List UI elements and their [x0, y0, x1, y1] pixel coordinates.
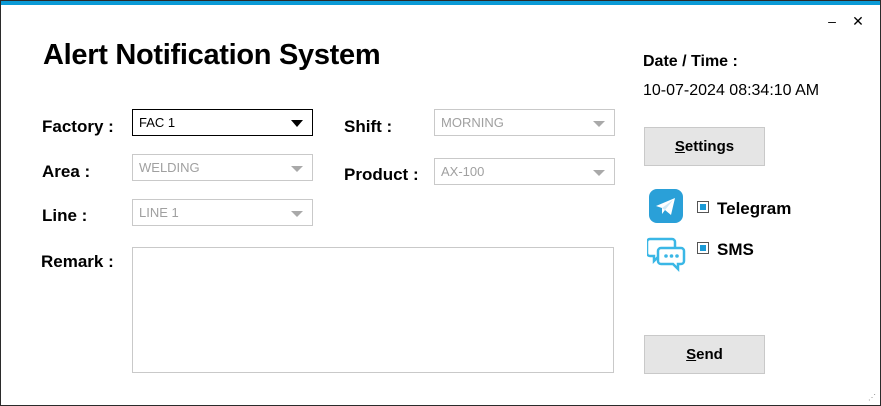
title-accent-bar — [1, 1, 880, 5]
chevron-down-icon[interactable] — [593, 170, 605, 176]
resize-grip-icon[interactable]: ⋰ — [868, 394, 877, 402]
line-label: Line : — [42, 206, 88, 225]
sms-checkbox[interactable] — [697, 242, 709, 254]
send-button[interactable]: Send — [644, 335, 765, 374]
factory-select[interactable]: FAC 1 — [132, 109, 313, 136]
area-label: Area : — [42, 162, 91, 181]
minimize-button[interactable]: – — [824, 13, 840, 29]
checkbox-check-icon — [700, 245, 706, 251]
factory-label: Factory : — [42, 117, 114, 136]
chevron-down-icon[interactable] — [593, 121, 605, 127]
datetime-label: Date / Time : — [643, 53, 738, 70]
close-button[interactable]: ✕ — [850, 13, 866, 29]
telegram-label[interactable]: Telegram — [717, 199, 791, 219]
datetime-value: 10-07-2024 08:34:10 AM — [643, 82, 820, 99]
send-mnemonic: S — [686, 346, 697, 363]
product-select[interactable]: AX-100 — [434, 158, 615, 185]
area-select[interactable]: WELDING — [132, 154, 313, 181]
line-select[interactable]: LINE 1 — [132, 199, 313, 226]
shift-label: Shift : — [344, 117, 393, 136]
settings-button[interactable]: Settings — [644, 127, 765, 166]
product-label: Product : — [344, 165, 419, 184]
page-title: Alert Notification System — [43, 39, 381, 71]
factory-select-value: FAC 1 — [139, 115, 176, 130]
settings-button-label: ettings — [684, 138, 735, 155]
product-select-value: AX-100 — [441, 164, 485, 179]
remark-label: Remark : — [41, 252, 114, 271]
shift-select[interactable]: MORNING — [434, 109, 615, 136]
sms-icon — [647, 237, 686, 273]
app-window: – ✕ Alert Notification System Factory : … — [0, 0, 881, 406]
shift-select-value: MORNING — [441, 115, 504, 130]
telegram-checkbox[interactable] — [697, 201, 709, 213]
checkbox-check-icon — [700, 204, 706, 210]
settings-mnemonic: S — [674, 138, 685, 155]
line-select-value: LINE 1 — [139, 205, 179, 220]
send-button-label: end — [696, 346, 723, 363]
telegram-icon — [649, 189, 683, 223]
chevron-down-icon[interactable] — [291, 120, 303, 127]
area-select-value: WELDING — [139, 160, 200, 175]
sms-label[interactable]: SMS — [717, 240, 754, 260]
chevron-down-icon[interactable] — [291, 166, 303, 172]
remark-textarea[interactable] — [132, 247, 614, 373]
chevron-down-icon[interactable] — [291, 211, 303, 217]
